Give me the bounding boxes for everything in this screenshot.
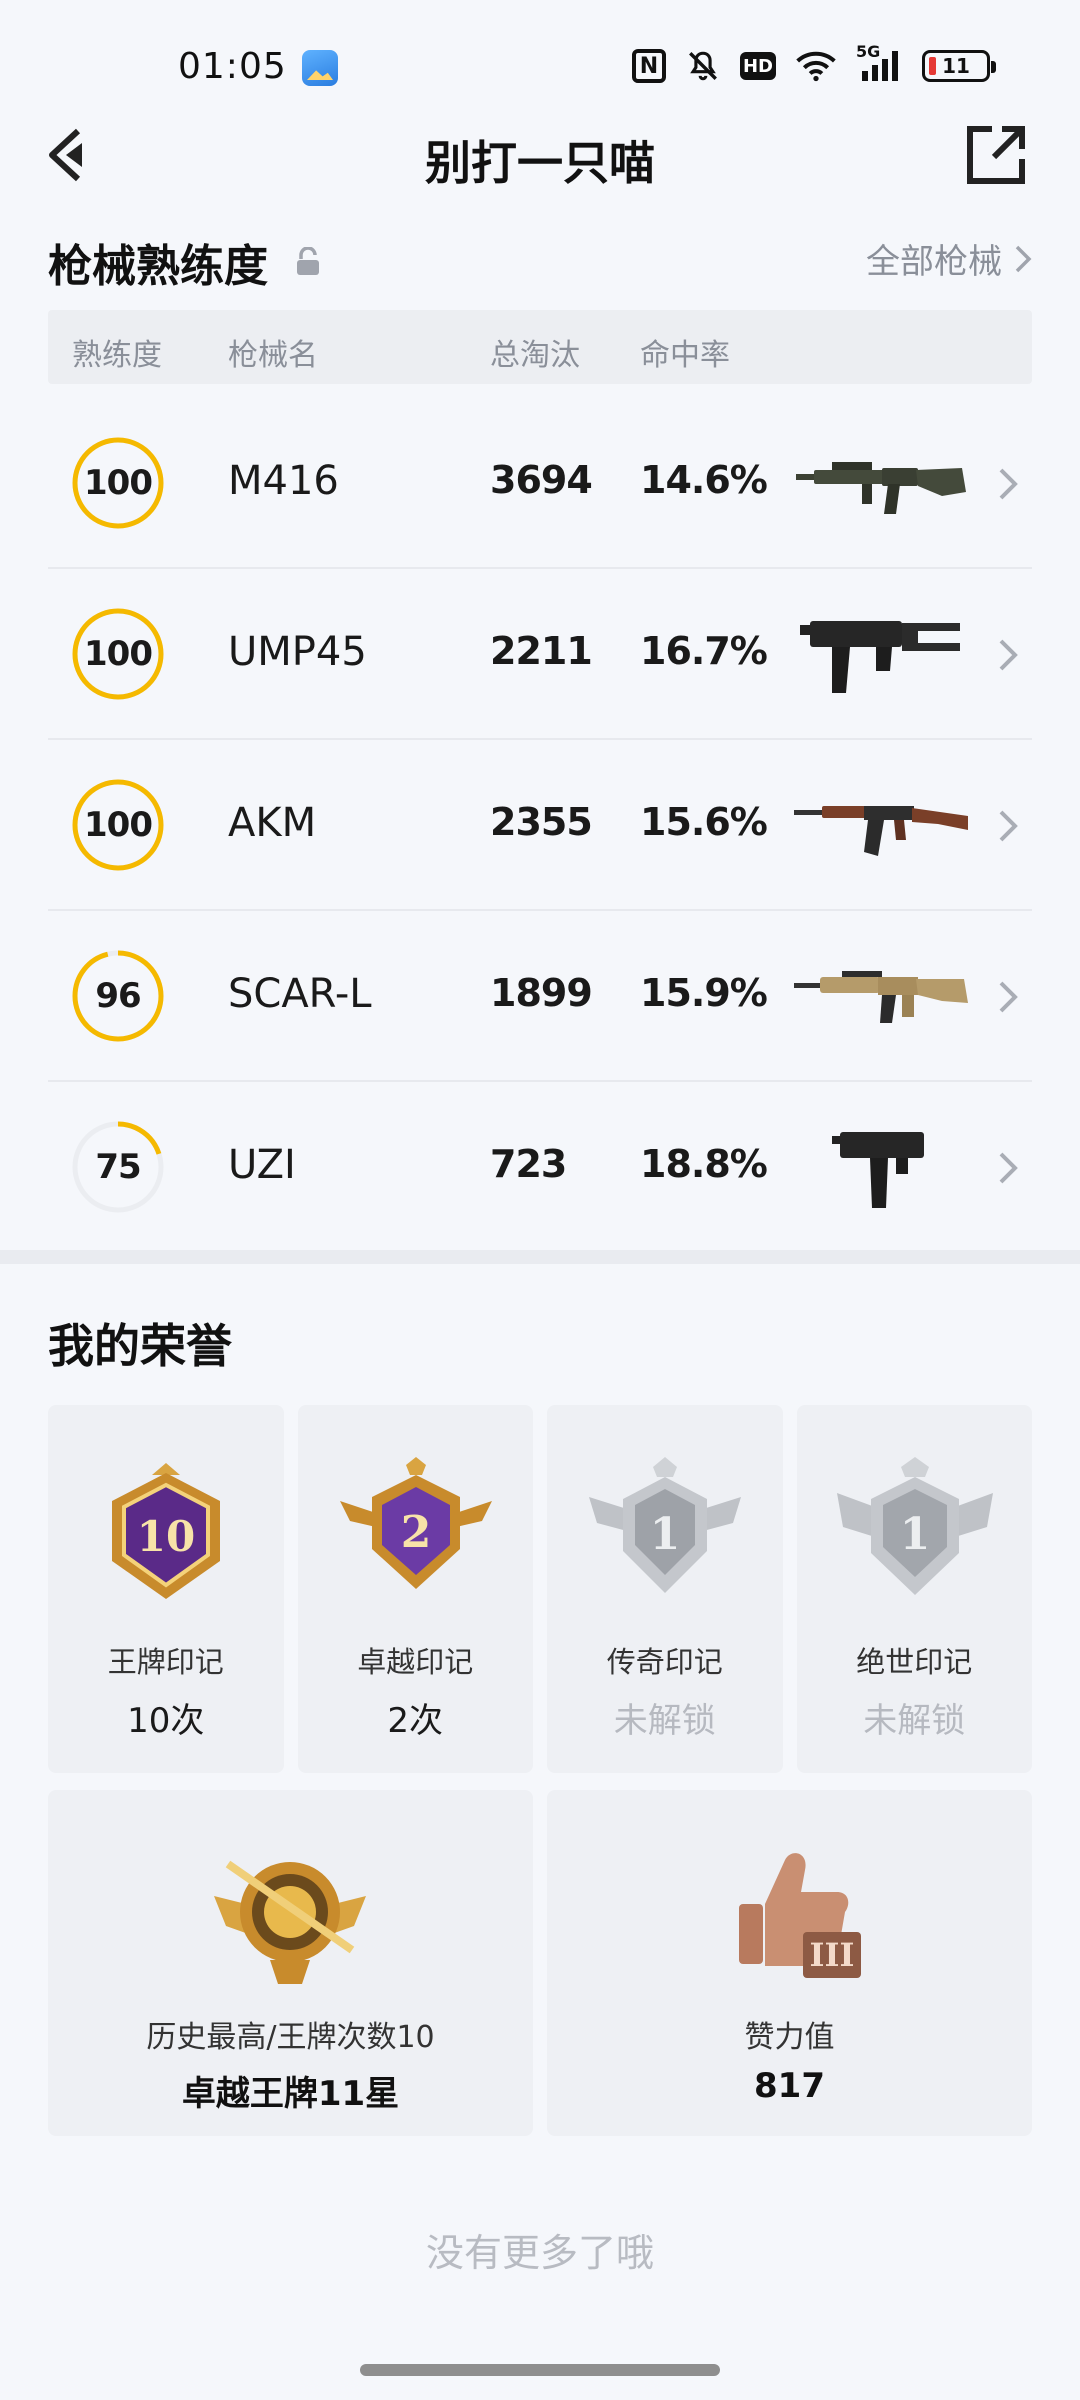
badge-label: 王牌印记: [107, 1645, 224, 1679]
honor-stat-grid: 历史最高/王牌次数10 卓越王牌11星 III 赞力值 817: [48, 1790, 1032, 2136]
weapon-name: SCAR-L: [228, 971, 372, 1017]
page-title: 别打一只喵: [425, 136, 655, 190]
peerless-mark-badge-icon: 1: [836, 1457, 993, 1595]
battery-icon: 11: [922, 50, 996, 82]
peerless-mark-card[interactable]: 1 绝世印记 未解锁: [796, 1405, 1032, 1773]
weapon-row-scar-l[interactable]: 96 SCAR-L 1899 15.9%: [48, 911, 1032, 1082]
weapon-table-header: 熟练度 枪械名 总淘汰 命中率: [48, 310, 1032, 384]
weapon-row-m416[interactable]: 100 M416 3694 14.6%: [48, 398, 1032, 569]
badge-status: 未解锁: [613, 1701, 716, 1741]
mastery-value: 100: [84, 805, 153, 845]
home-indicator[interactable]: [360, 2364, 720, 2376]
m416-rifle-icon: [796, 462, 966, 514]
hd-icon: HD: [740, 52, 776, 80]
akm-rifle-icon: [794, 806, 968, 856]
honor-badge-grid: 10 王牌印记 10次 2 卓越印记 2次 1 传奇印记 未解锁 1 绝世印记 …: [48, 1405, 1032, 1773]
weapon-hit-rate: 14.6%: [640, 458, 768, 502]
weapon-kills: 1899: [490, 971, 593, 1015]
chevron-right-icon: [1015, 245, 1032, 272]
weapon-name: M416: [228, 458, 339, 504]
weapon-kills: 3694: [490, 458, 593, 502]
badge-number: 10: [137, 1512, 195, 1561]
ump45-smg-icon: [800, 621, 960, 693]
weapon-list: 100 M416 3694 14.6% 100 UMP45 2211 16.7%: [48, 398, 1032, 1253]
mastery-value: 100: [84, 463, 153, 503]
end-of-list-text: 没有更多了哦: [425, 2231, 654, 2275]
chevron-right-icon: [999, 639, 1018, 671]
popularity-card[interactable]: III 赞力值 817: [547, 1790, 1032, 2136]
weapon-row-akm[interactable]: 100 AKM 2355 15.6%: [48, 740, 1032, 911]
lock-icon: [295, 246, 321, 277]
chevron-right-icon: [999, 1152, 1018, 1184]
column-header-hit-rate: 命中率: [640, 338, 730, 373]
weapon-hit-rate: 15.9%: [640, 971, 768, 1015]
top-app-bar: 别打一只喵: [0, 115, 1080, 195]
stat-value: 817: [754, 2066, 825, 2106]
weapon-hit-rate: 18.8%: [640, 1142, 768, 1186]
ace-mark-badge-icon: 10: [112, 1463, 220, 1599]
weapon-row-uzi[interactable]: 75 UZI 723 18.8%: [48, 1082, 1032, 1253]
rank-emblem-icon: [214, 1860, 366, 1984]
status-time: 01:05: [178, 46, 287, 87]
badge-status: 未解锁: [863, 1701, 966, 1741]
all-weapons-link[interactable]: 全部枪械: [866, 234, 1032, 283]
mastery-value: 75: [95, 1147, 141, 1187]
weapon-kills: 723: [490, 1142, 567, 1186]
thumbs-up-icon: III: [739, 1853, 861, 1978]
chevron-right-icon: [999, 468, 1018, 500]
section-divider: [0, 1250, 1080, 1264]
status-bar: 01:05 N HD 5G 11: [0, 0, 1080, 130]
weapon-name: UMP45: [228, 629, 367, 675]
badge-count: 2次: [387, 1701, 444, 1741]
all-weapons-label: 全部枪械: [866, 242, 1002, 282]
mastery-value: 100: [84, 634, 153, 674]
highest-rank-card[interactable]: 历史最高/王牌次数10 卓越王牌11星: [48, 1790, 533, 2136]
badge-number: 1: [650, 1509, 681, 1560]
weapon-hit-rate: 15.6%: [640, 800, 768, 844]
excellence-mark-card[interactable]: 2 卓越印记 2次: [297, 1405, 533, 1773]
chevron-right-icon: [999, 981, 1018, 1013]
badge-label: 绝世印记: [856, 1645, 973, 1679]
weapon-hit-rate: 16.7%: [640, 629, 768, 673]
weapon-name: AKM: [228, 800, 317, 846]
column-header-weapon: 枪械名: [228, 338, 318, 373]
honors-title: 我的荣誉: [48, 1319, 232, 1373]
column-header-kills: 总淘汰: [490, 338, 580, 373]
badge-label: 卓越印记: [357, 1645, 474, 1679]
mastery-value: 96: [95, 976, 141, 1016]
scar-l-rifle-icon: [794, 971, 968, 1023]
weapon-row-ump45[interactable]: 100 UMP45 2211 16.7%: [48, 569, 1032, 740]
wifi-icon: [796, 46, 836, 86]
badge-count: 10次: [127, 1701, 205, 1741]
badge-number: 2: [400, 1507, 431, 1558]
legend-mark-card[interactable]: 1 传奇印记 未解锁: [547, 1405, 783, 1773]
badge-label: 传奇印记: [606, 1645, 723, 1679]
gallery-icon: [302, 50, 338, 86]
share-icon[interactable]: [964, 123, 1028, 187]
rank-numeral: III: [810, 1936, 855, 1974]
badge-number: 1: [899, 1509, 930, 1560]
weapon-kills: 2211: [490, 629, 593, 673]
weapon-mastery-title: 枪械熟练度: [48, 241, 268, 292]
weapon-mastery-header: 枪械熟练度 全部枪械: [48, 230, 1032, 292]
signal-5g-label: 5G: [856, 42, 881, 61]
signal-5g-icon: 5G: [856, 42, 902, 86]
status-icons: N HD 5G 11: [632, 42, 996, 86]
column-header-mastery: 熟练度: [72, 338, 162, 373]
stat-label: 赞力值: [744, 2020, 835, 2055]
legend-mark-badge-icon: 1: [589, 1457, 741, 1593]
nfc-icon: N: [632, 49, 666, 83]
stat-label: 历史最高/王牌次数10: [146, 2020, 435, 2055]
mute-icon: [686, 46, 720, 86]
ace-mark-card[interactable]: 10 王牌印记 10次: [48, 1405, 284, 1773]
uzi-smg-icon: [832, 1132, 924, 1208]
weapon-kills: 2355: [490, 800, 593, 844]
excellence-mark-badge-icon: 2: [339, 1457, 492, 1589]
weapon-name: UZI: [228, 1142, 296, 1188]
chevron-right-icon: [999, 810, 1018, 842]
stat-value: 卓越王牌11星: [181, 2074, 400, 2114]
